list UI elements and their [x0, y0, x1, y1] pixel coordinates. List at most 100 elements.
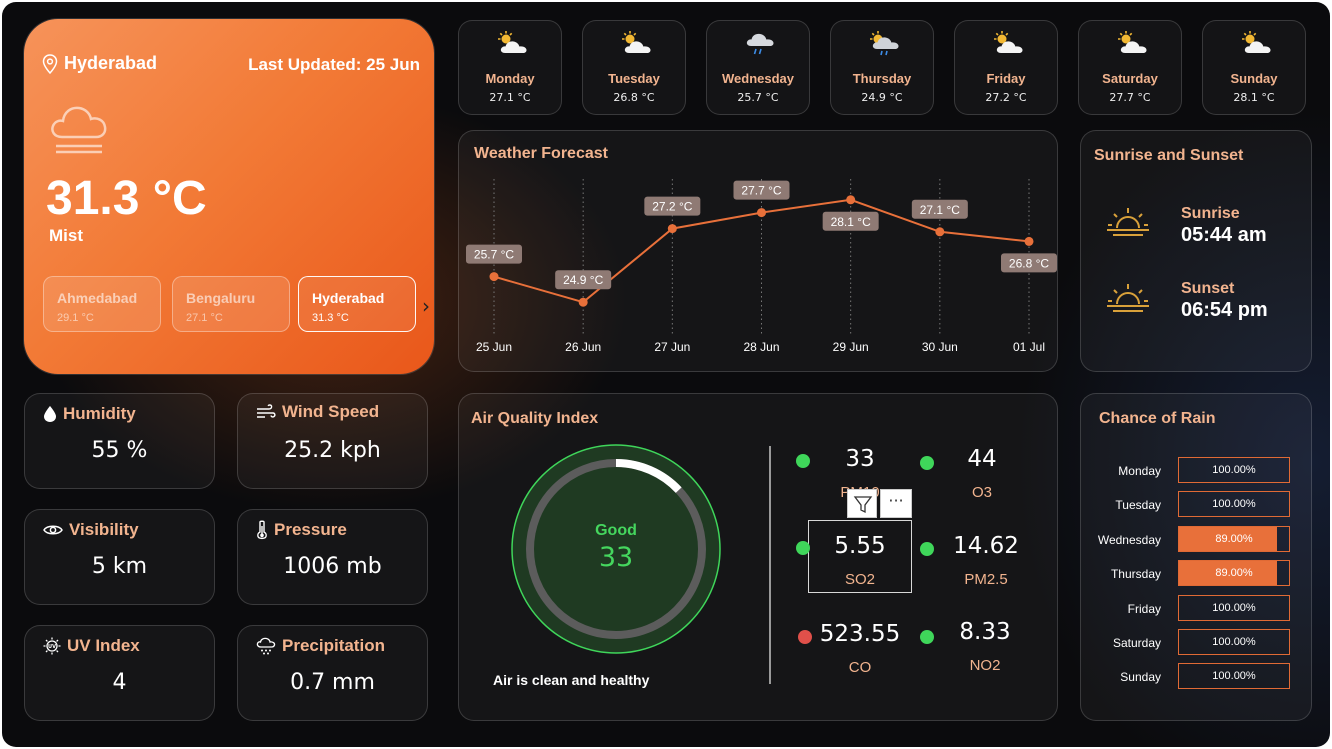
wind-speed-card: Wind Speed 25.2 kph — [237, 393, 428, 489]
rain-bar[interactable]: 100.00% — [1178, 594, 1290, 621]
cloud-rain-icon — [746, 33, 774, 55]
uv-sun-icon: UV — [43, 637, 61, 655]
x-tick-label: 30 Jun — [922, 340, 958, 354]
x-tick-label: 27 Jun — [654, 340, 690, 354]
rain-percent: 89.00% — [1215, 567, 1253, 580]
day-card-monday[interactable]: Monday 27.1 °C — [458, 20, 562, 115]
city-name: Hyderabad — [312, 290, 385, 306]
rain-percent: 100.00% — [1212, 498, 1256, 511]
data-point[interactable] — [578, 297, 588, 307]
visibility-card: Visibility 5 km — [24, 509, 215, 605]
humidity-label: Humidity — [63, 404, 136, 423]
last-updated: Last Updated: 25 Jun — [248, 55, 420, 74]
day-temp: 25.7 °C — [737, 91, 779, 104]
aqi-title: Air Quality Index — [471, 410, 599, 427]
rain-bar[interactable]: 100.00% — [1178, 491, 1290, 518]
rain-day-label: Friday — [1127, 601, 1161, 616]
current-condition: Mist — [49, 226, 83, 245]
wind-label: Wind Speed — [282, 402, 380, 421]
rain-bar[interactable]: 89.00% — [1178, 525, 1290, 552]
uv-index-card: UV UV Index 4 — [24, 625, 215, 721]
wind-icon — [257, 404, 276, 418]
rain-row: Friday 100.00% — [1081, 594, 1311, 621]
data-point[interactable] — [1024, 236, 1034, 246]
x-tick-label: 01 Jul — [1013, 340, 1045, 354]
city-button-bengaluru[interactable]: Bengaluru 27.1 °C — [172, 276, 290, 332]
filter-icon — [853, 496, 873, 514]
current-weather-card: Hyderabad Last Updated: 25 Jun 31.3 °C M… — [24, 19, 434, 374]
x-tick-label: 29 Jun — [833, 340, 869, 354]
partly-cloudy-icon — [1242, 31, 1271, 53]
uv-label: UV Index — [67, 636, 140, 655]
humidity-value: 55 % — [91, 438, 148, 463]
day-name: Wednesday — [721, 71, 794, 86]
data-point[interactable] — [846, 195, 856, 205]
city-button-hyderabad[interactable]: Hyderabad 31.3 °C — [298, 276, 416, 332]
data-point[interactable] — [935, 227, 945, 237]
location-pin-icon — [42, 53, 58, 74]
day-card-thursday[interactable]: Thursday 24.9 °C — [830, 20, 934, 115]
rain-percent: 89.00% — [1215, 532, 1253, 545]
day-card-saturday[interactable]: Saturday 27.7 °C — [1078, 20, 1182, 115]
rain-bar[interactable]: 100.00% — [1178, 629, 1290, 655]
chance-of-rain-card: Chance of Rain Monday 100.00% Tuesday 100.0… — [1080, 393, 1312, 721]
rain-row: Thursday 89.00% — [1081, 560, 1311, 587]
droplet-icon — [44, 406, 56, 422]
rain-row: Saturday 100.00% — [1081, 629, 1311, 655]
day-card-tuesday[interactable]: Tuesday 26.8 °C — [582, 20, 686, 115]
data-point[interactable] — [757, 208, 766, 218]
svg-text:UV: UV — [48, 644, 56, 650]
day-temp: 28.1 °C — [1233, 91, 1275, 104]
rain-bar[interactable]: 100.00% — [1178, 457, 1290, 483]
pressure-value: 1006 mb — [283, 554, 382, 579]
thermometer-icon — [257, 520, 267, 540]
more-options-icon[interactable]: ··· — [880, 489, 912, 518]
pollutant-name: NO2 — [969, 657, 1001, 674]
partly-cloudy-icon — [1118, 31, 1147, 53]
day-card-friday[interactable]: Friday 27.2 °C — [954, 20, 1058, 115]
partly-cloudy-rain-icon — [870, 31, 899, 56]
visibility-value: 5 km — [91, 554, 148, 579]
aqi-value: 33 — [598, 542, 634, 573]
day-name: Saturday — [1102, 71, 1158, 86]
data-label: 28.1 °C — [831, 215, 871, 229]
aqi-status: Good — [595, 522, 637, 539]
pollutant-value: 523.55 — [819, 621, 901, 647]
city-temp: 29.1 °C — [57, 312, 94, 324]
pressure-label: Pressure — [274, 520, 347, 539]
chevron-right-icon[interactable]: › — [422, 294, 430, 318]
rain-percent: 100.00% — [1212, 636, 1256, 648]
rain-cloud-icon — [256, 637, 276, 655]
rain-day-label: Wednesday — [1097, 532, 1161, 547]
x-tick-label: 28 Jun — [743, 340, 779, 354]
data-label: 25.7 °C — [474, 248, 514, 262]
rain-row: Monday 100.00% — [1081, 457, 1311, 483]
weather-forecast-card: Weather Forecast 25 Jun 26 Jun 27 Jun 28 Ju… — [458, 130, 1058, 372]
data-label: 27.1 °C — [920, 203, 960, 217]
sunrise-icon — [1107, 208, 1149, 236]
data-point[interactable] — [489, 272, 499, 282]
partly-cloudy-icon — [622, 31, 651, 53]
data-label: 27.2 °C — [652, 200, 692, 214]
dashboard: Hyderabad Last Updated: 25 Jun 31.3 °C M… — [2, 2, 1330, 747]
rain-percent: 100.00% — [1212, 670, 1256, 683]
eye-icon — [43, 525, 63, 535]
day-name: Friday — [986, 71, 1026, 86]
day-card-sunday[interactable]: Sunday 28.1 °C — [1202, 20, 1306, 115]
city-button-ahmedabad[interactable]: Ahmedabad 29.1 °C — [43, 276, 161, 332]
visibility-label: Visibility — [69, 520, 139, 539]
x-tick-label: 25 Jun — [476, 340, 512, 354]
location: Hyderabad — [42, 53, 157, 74]
rain-day-label: Thursday — [1110, 567, 1161, 582]
rain-bar[interactable]: 89.00% — [1178, 560, 1290, 587]
rain-bar[interactable]: 100.00% — [1178, 663, 1290, 690]
precipitation-label: Precipitation — [282, 636, 385, 655]
data-label: 24.9 °C — [563, 273, 603, 287]
rain-day-label: Saturday — [1112, 636, 1161, 650]
filter-button[interactable] — [847, 489, 877, 518]
day-card-wednesday[interactable]: Wednesday 25.7 °C — [706, 20, 810, 115]
rain-title: Chance of Rain — [1099, 410, 1216, 427]
data-point[interactable] — [667, 224, 677, 234]
pollutant-value: 5.55 — [834, 533, 886, 559]
data-label: 26.8 °C — [1009, 256, 1049, 270]
